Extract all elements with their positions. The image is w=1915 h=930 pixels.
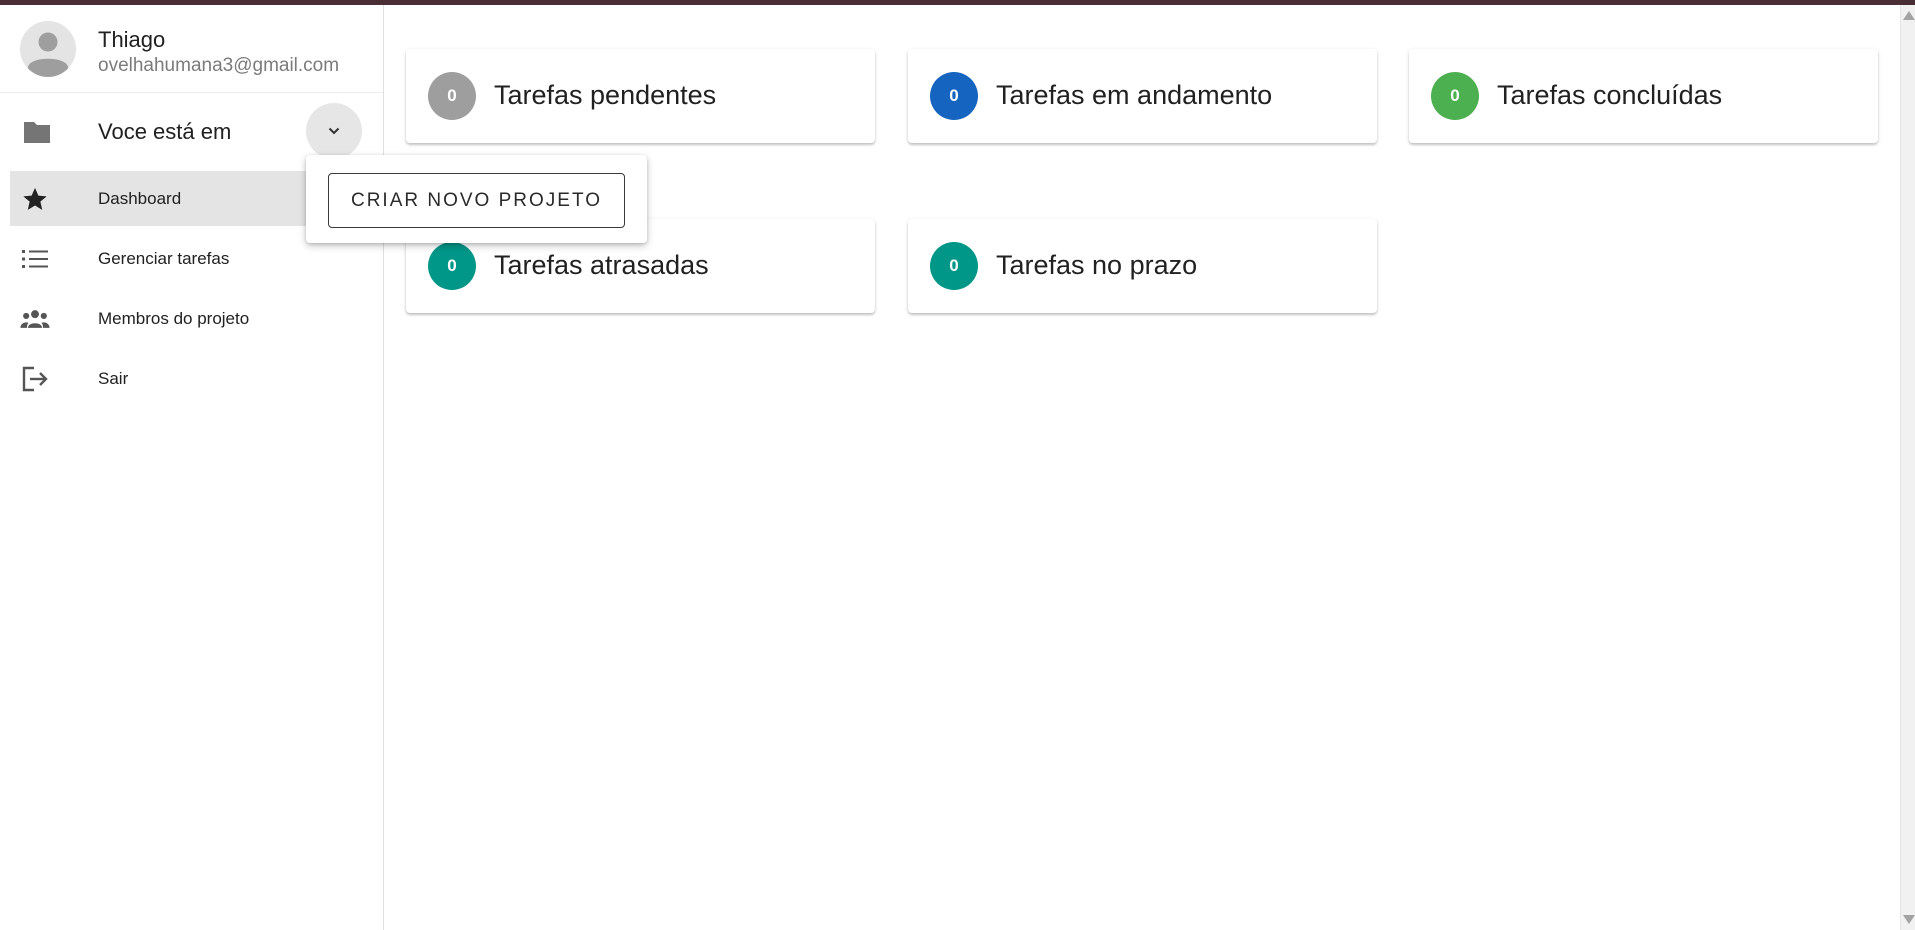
sidebar-item-label: Membros do projeto xyxy=(98,308,250,328)
sidebar: Thiago ovelhahumana3@gmail.com Voce está… xyxy=(0,5,384,930)
card-label: Tarefas no prazo xyxy=(996,250,1198,280)
vertical-scrollbar[interactable] xyxy=(1900,5,1915,930)
sidebar-item-label: Dashboard xyxy=(98,188,182,208)
count-badge: 0 xyxy=(1431,72,1479,120)
star-icon xyxy=(20,185,50,213)
person-icon xyxy=(28,32,68,77)
sidebar-item-sair[interactable]: Sair xyxy=(10,351,375,406)
sidebar-item-label: Sair xyxy=(98,368,129,388)
sidebar-item-membros-do-projeto[interactable]: Membros do projeto xyxy=(10,291,375,346)
user-email: ovelhahumana3@gmail.com xyxy=(98,55,340,76)
logout-icon xyxy=(20,365,50,393)
project-expand-button[interactable] xyxy=(306,103,362,159)
count-badge: 0 xyxy=(930,72,978,120)
card-tarefas-pendentes: 0 Tarefas pendentes xyxy=(406,49,875,143)
card-tarefas-no-prazo: 0 Tarefas no prazo xyxy=(908,219,1377,313)
scroll-up-arrow-icon[interactable] xyxy=(1903,11,1915,20)
card-label: Tarefas concluídas xyxy=(1497,80,1723,110)
count-badge: 0 xyxy=(428,242,476,290)
card-tarefas-em-andamento: 0 Tarefas em andamento xyxy=(908,49,1377,143)
user-name: Thiago xyxy=(98,27,166,52)
count-badge: 0 xyxy=(930,242,978,290)
card-label: Tarefas atrasadas xyxy=(494,250,709,280)
create-project-button[interactable]: CRIAR NOVO PROJETO xyxy=(328,173,625,228)
sidebar-item-label: Gerenciar tarefas xyxy=(98,248,230,268)
avatar xyxy=(20,21,76,77)
chevron-down-icon xyxy=(328,127,340,135)
user-profile: Thiago ovelhahumana3@gmail.com xyxy=(0,5,383,93)
scroll-down-arrow-icon[interactable] xyxy=(1903,915,1915,924)
folder-icon xyxy=(22,119,52,145)
count-badge: 0 xyxy=(428,72,476,120)
card-tarefas-concluidas: 0 Tarefas concluídas xyxy=(1409,49,1878,143)
card-label: Tarefas pendentes xyxy=(494,80,717,110)
list-icon xyxy=(20,245,50,273)
app-root: Thiago ovelhahumana3@gmail.com Voce está… xyxy=(0,0,1915,930)
project-label: Voce está em xyxy=(98,119,232,144)
card-label: Tarefas em andamento xyxy=(996,80,1273,110)
project-menu-popover: CRIAR NOVO PROJETO xyxy=(306,155,647,243)
project-selector: Voce está em xyxy=(0,103,383,163)
people-icon xyxy=(20,305,50,333)
